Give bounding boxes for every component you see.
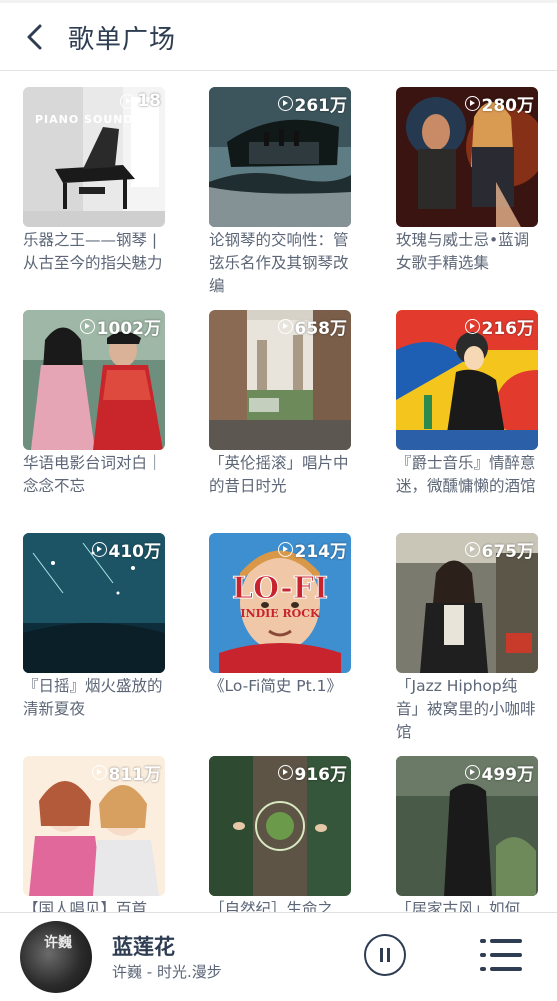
play-circle-icon bbox=[464, 542, 480, 557]
playlist-cover: 916万 bbox=[209, 756, 351, 896]
playlist-cover: 216万 bbox=[396, 310, 538, 450]
playlist-caption: 乐器之王——钢琴 | 从古至今的指尖魅力 bbox=[23, 231, 163, 272]
play-circle-icon bbox=[120, 93, 136, 109]
playlist-caption: 「居家古风」如何 bbox=[396, 900, 521, 912]
playlist-cover: 811万 bbox=[23, 756, 165, 896]
playlist-cover: LO-FI INDIE ROCK 214万 bbox=[209, 533, 351, 673]
playlist-cover: 658万 bbox=[209, 310, 351, 450]
album-art[interactable]: 许巍 bbox=[20, 921, 92, 993]
page-title: 歌单广场 bbox=[68, 25, 177, 55]
cover-text: PIANO SOUNDS bbox=[35, 113, 143, 126]
playlist-cover: 410万 bbox=[23, 533, 165, 673]
back-arrow-icon[interactable] bbox=[22, 22, 52, 52]
pause-button[interactable] bbox=[364, 934, 406, 976]
playlist-cover: 261万 bbox=[209, 87, 351, 227]
play-count: 261万 bbox=[277, 91, 347, 116]
playlist-caption: 「英伦摇滚」唱片中的昔日时光 bbox=[209, 454, 349, 495]
play-circle-icon bbox=[277, 319, 293, 334]
playlist-cover: PIANO SOUNDS 18 bbox=[23, 87, 165, 227]
play-count: 280万 bbox=[464, 91, 534, 116]
playlist-caption: 「Jazz Hiphop纯音」被窝里的小咖啡馆 bbox=[396, 677, 536, 741]
play-count: 675万 bbox=[464, 537, 534, 562]
playlist-caption: 『爵士音乐』情醉意迷，微醺慵懒的酒馆 bbox=[396, 454, 536, 495]
play-count: 216万 bbox=[464, 314, 534, 339]
cover-text: LO-FI bbox=[231, 571, 329, 607]
play-circle-icon bbox=[464, 765, 480, 780]
play-count: 658万 bbox=[277, 314, 347, 339]
play-count: 18 bbox=[120, 91, 161, 111]
play-circle-icon bbox=[277, 542, 293, 557]
top-bar: 歌单广场 bbox=[0, 0, 557, 71]
playlist-caption: 玫瑰与威士忌•蓝调女歌手精选集 bbox=[396, 231, 530, 272]
play-count: 499万 bbox=[464, 760, 534, 785]
playlist-cover: 675万 bbox=[396, 533, 538, 673]
play-count: 1002万 bbox=[79, 314, 161, 339]
playlist-caption: ［自然纪］生命之 bbox=[209, 900, 334, 912]
playlist-caption: 华语电影台词对白｜念念不忘 bbox=[23, 454, 163, 495]
song-title: 蓝莲花 bbox=[112, 935, 175, 959]
playlist-menu-icon[interactable] bbox=[480, 937, 522, 973]
playlist-caption: 『日摇』烟火盛放的清新夏夜 bbox=[23, 677, 163, 718]
play-circle-icon bbox=[91, 765, 107, 780]
play-count: 410万 bbox=[91, 537, 161, 562]
play-circle-icon bbox=[464, 319, 480, 334]
playlist-cover: 1002万 bbox=[23, 310, 165, 450]
playlist-cover: 280万 bbox=[396, 87, 538, 227]
playlist-caption: 论钢琴的交响性：管弦乐名作及其钢琴改编 bbox=[209, 231, 349, 295]
cover-subtext: INDIE ROCK bbox=[240, 607, 320, 620]
play-count: 916万 bbox=[277, 760, 347, 785]
playlist-caption: 《Lo-Fi简史 Pt.1》 bbox=[209, 677, 342, 695]
playlist-cover: 499万 bbox=[396, 756, 538, 896]
play-count: 214万 bbox=[277, 537, 347, 562]
album-art-text: 许巍 bbox=[44, 935, 72, 951]
playlist-grid: PIANO SOUNDS 18 乐器之王——钢琴 | 从古至今的指尖魅力 261… bbox=[0, 70, 557, 912]
play-circle-icon bbox=[464, 96, 480, 111]
status-strip bbox=[0, 0, 557, 3]
play-count: 811万 bbox=[91, 760, 161, 785]
song-artist: 许巍 - 时光.漫步 bbox=[112, 963, 222, 981]
play-circle-icon bbox=[91, 542, 107, 557]
playlist-caption: 【国人唱见】百首 bbox=[23, 900, 148, 912]
play-circle-icon bbox=[277, 96, 293, 111]
play-circle-icon bbox=[79, 319, 95, 334]
play-circle-icon bbox=[277, 765, 293, 780]
mini-player[interactable]: 许巍 蓝莲花 许巍 - 时光.漫步 bbox=[0, 912, 557, 1001]
